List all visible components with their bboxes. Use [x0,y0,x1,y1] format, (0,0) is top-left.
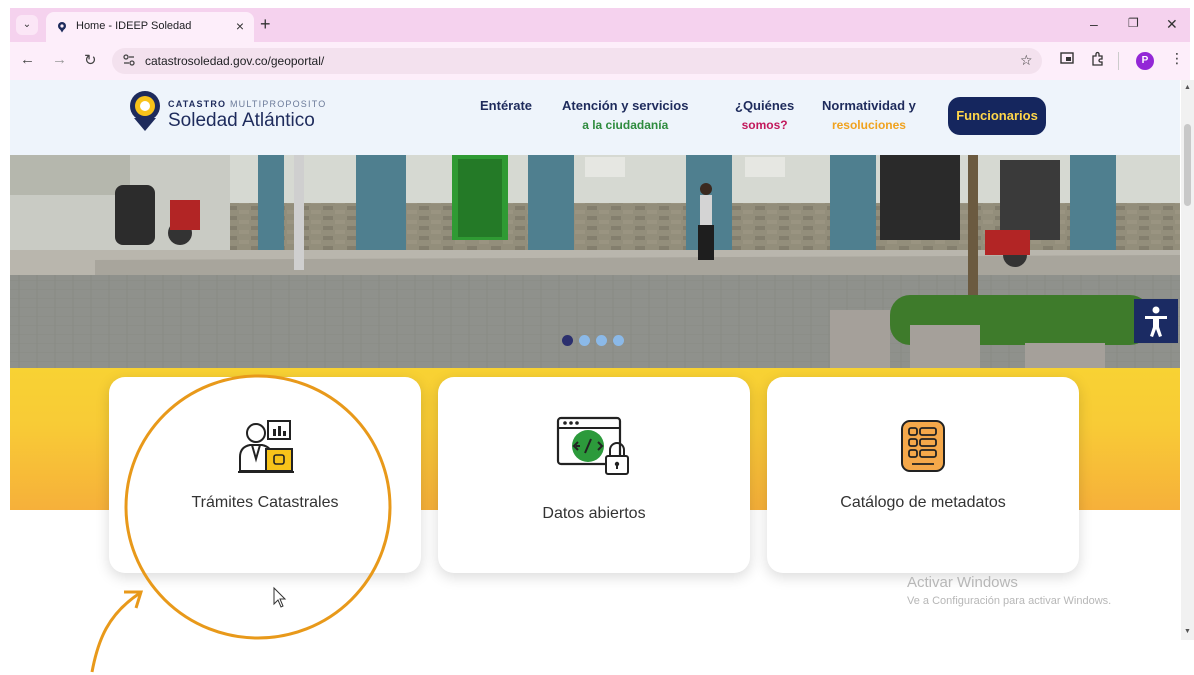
screen: { "browser": { "tab_title": "Home - IDEE… [0,0,1194,675]
annotation-arrow [90,591,141,673]
annotation-overlay [90,374,392,673]
mouse-cursor-icon [273,586,287,608]
highlight-circle [124,374,392,640]
